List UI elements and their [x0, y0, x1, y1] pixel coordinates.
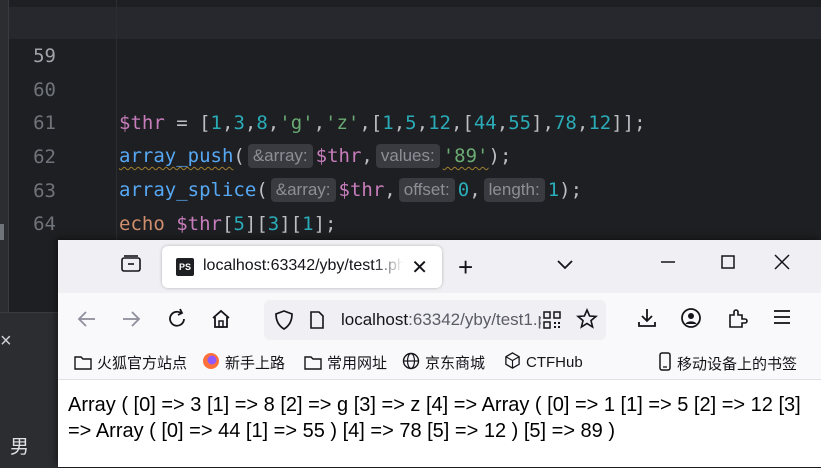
account-icon[interactable] — [680, 307, 702, 335]
code-line-64[interactable]: 64 print_r($thr); — [0, 175, 821, 268]
bookmark-mobile[interactable]: 移动设备上的书签 — [658, 352, 797, 374]
code-line-61[interactable]: 61 array_push(&array: $thr, values: '89'); — [0, 74, 821, 168]
page-icon[interactable] — [308, 310, 326, 336]
menu-icon[interactable] — [772, 307, 792, 333]
bookmarks-toolbar: 火狐官方站点 新手上路 常用网址 京东商城 CTFHub 移动设备上的书签 — [58, 347, 821, 380]
globe-icon — [402, 352, 420, 370]
close-icon[interactable]: × — [0, 330, 12, 353]
firefox-icon — [203, 353, 219, 369]
list-all-tabs-icon[interactable] — [556, 254, 574, 277]
code-line-62[interactable]: 62 array_splice(&array: $thr, offset: 0, len… — [0, 108, 821, 202]
folder-icon — [304, 356, 322, 370]
code-line-63[interactable]: 63 echo $thr[5][3][1]; — [0, 142, 821, 235]
ide-side-text: 男 — [10, 437, 30, 458]
home-icon[interactable] — [210, 308, 232, 336]
bookmark-getting-started[interactable]: 新手上路 — [202, 352, 285, 373]
new-tab-button[interactable]: + — [458, 252, 473, 283]
navigation-toolbar: localhost:63342/yby/test1.php — [58, 293, 821, 347]
minimize-button[interactable] — [658, 252, 678, 278]
shield-icon[interactable] — [274, 309, 294, 337]
folder-icon — [74, 356, 92, 370]
bookmark-folder-common[interactable]: 常用网址 — [304, 352, 387, 373]
tab-localhost[interactable]: PS localhost:63342/yby/test1.php ✕ — [162, 246, 442, 288]
tab-bar: PS localhost:63342/yby/test1.php ✕ + — [58, 240, 821, 293]
phpstorm-icon: PS — [176, 258, 194, 276]
browser-window: PS localhost:63342/yby/test1.php ✕ + loc… — [58, 240, 821, 467]
code-text: echo $thr[5][3][1]; — [119, 213, 337, 235]
downloads-icon[interactable] — [636, 307, 658, 335]
code-line-59[interactable]: 59 — [0, 7, 821, 67]
extensions-icon[interactable] — [726, 307, 748, 335]
line-number: 64 — [33, 213, 56, 235]
reload-icon[interactable] — [166, 308, 188, 336]
bookmark-jd[interactable]: 京东商城 — [402, 352, 485, 373]
tab-close-icon[interactable]: ✕ — [411, 255, 428, 280]
tab-title: localhost:63342/yby/test1.php — [203, 257, 403, 274]
back-icon[interactable] — [76, 308, 98, 336]
cube-icon — [505, 352, 520, 369]
bookmark-ctfhub[interactable]: CTFHub — [504, 352, 583, 371]
firefox-view-icon[interactable] — [120, 254, 142, 280]
maximize-button[interactable] — [718, 252, 738, 278]
bookmark-star-icon[interactable] — [575, 307, 599, 336]
url-text[interactable]: localhost:63342/yby/test1.php — [341, 310, 541, 330]
mobile-icon — [659, 352, 671, 371]
close-window-button[interactable] — [772, 252, 792, 278]
page-content: Array ( [0] => 3 [1] => 8 [2] => g [3] =… — [58, 380, 821, 467]
forward-icon[interactable] — [120, 308, 142, 336]
bookmark-folder-firefox[interactable]: 火狐官方站点 — [74, 352, 187, 373]
url-bar[interactable]: localhost:63342/yby/test1.php — [264, 300, 606, 340]
code-line-60[interactable]: 60 $thr = [1,3,8,'g','z',[1,5,12,[44,55]… — [0, 41, 821, 134]
qr-code-icon[interactable] — [542, 310, 562, 336]
print-r-output: Array ( [0] => 3 [1] => 8 [2] => g [3] =… — [68, 394, 801, 442]
